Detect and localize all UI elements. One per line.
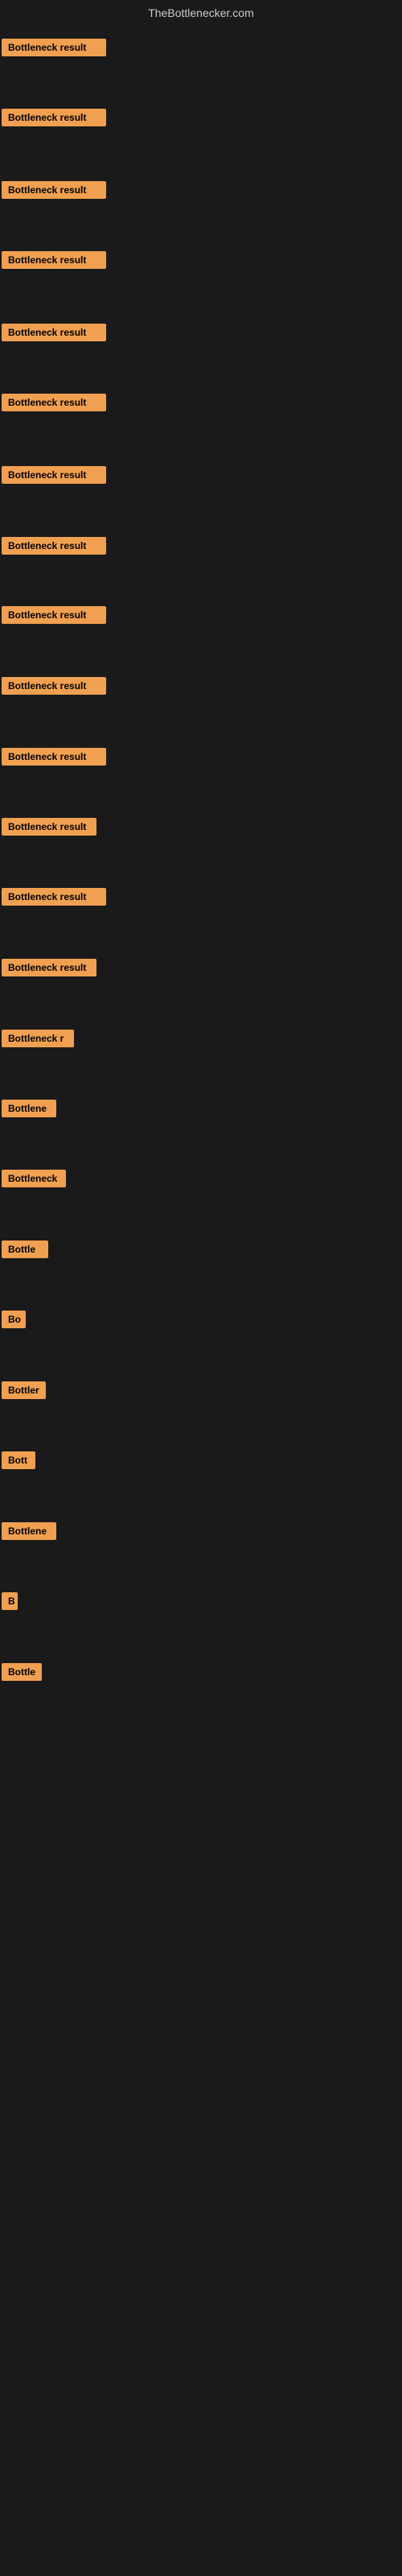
- bottleneck-row-23[interactable]: B: [2, 1592, 18, 1614]
- bottleneck-row-21[interactable]: Bott: [2, 1451, 35, 1473]
- bottleneck-badge-7[interactable]: Bottleneck result: [2, 466, 106, 484]
- bottleneck-badge-3[interactable]: Bottleneck result: [2, 181, 106, 199]
- bottleneck-badge-16[interactable]: Bottlene: [2, 1100, 56, 1117]
- bottleneck-row-4[interactable]: Bottleneck result: [2, 251, 106, 273]
- bottleneck-row-22[interactable]: Bottlene: [2, 1522, 56, 1544]
- bottleneck-badge-10[interactable]: Bottleneck result: [2, 677, 106, 695]
- bottleneck-badge-11[interactable]: Bottleneck result: [2, 748, 106, 766]
- bottleneck-row-3[interactable]: Bottleneck result: [2, 181, 106, 203]
- bottleneck-row-18[interactable]: Bottle: [2, 1241, 48, 1262]
- bottleneck-badge-8[interactable]: Bottleneck result: [2, 537, 106, 555]
- bottleneck-row-9[interactable]: Bottleneck result: [2, 606, 106, 628]
- bottleneck-badge-19[interactable]: Bo: [2, 1311, 26, 1328]
- bottleneck-badge-6[interactable]: Bottleneck result: [2, 394, 106, 411]
- bottleneck-row-14[interactable]: Bottleneck result: [2, 959, 96, 980]
- bottleneck-row-6[interactable]: Bottleneck result: [2, 394, 106, 415]
- bottleneck-badge-13[interactable]: Bottleneck result: [2, 888, 106, 906]
- bottleneck-row-11[interactable]: Bottleneck result: [2, 748, 106, 770]
- site-title-container: TheBottlenecker.com: [0, 0, 402, 29]
- bottleneck-badge-22[interactable]: Bottlene: [2, 1522, 56, 1540]
- bottleneck-row-2[interactable]: Bottleneck result: [2, 109, 106, 130]
- bottleneck-row-16[interactable]: Bottlene: [2, 1100, 56, 1121]
- bottleneck-row-12[interactable]: Bottleneck result: [2, 818, 96, 840]
- bottleneck-badge-2[interactable]: Bottleneck result: [2, 109, 106, 126]
- bottleneck-badge-9[interactable]: Bottleneck result: [2, 606, 106, 624]
- bottleneck-badge-15[interactable]: Bottleneck r: [2, 1030, 74, 1047]
- bottleneck-row-13[interactable]: Bottleneck result: [2, 888, 106, 910]
- bottleneck-row-24[interactable]: Bottle: [2, 1663, 42, 1685]
- bottleneck-badge-20[interactable]: Bottler: [2, 1381, 46, 1399]
- bottleneck-badge-1[interactable]: Bottleneck result: [2, 39, 106, 56]
- rows-container: Bottleneck result Bottleneck result Bottle…: [0, 29, 402, 2565]
- bottleneck-badge-4[interactable]: Bottleneck result: [2, 251, 106, 269]
- bottleneck-badge-17[interactable]: Bottleneck: [2, 1170, 66, 1187]
- bottleneck-badge-23[interactable]: B: [2, 1592, 18, 1610]
- site-title: TheBottlenecker.com: [0, 0, 402, 29]
- bottleneck-badge-18[interactable]: Bottle: [2, 1241, 48, 1258]
- bottleneck-row-5[interactable]: Bottleneck result: [2, 324, 106, 345]
- bottleneck-badge-12[interactable]: Bottleneck result: [2, 818, 96, 836]
- bottleneck-row-10[interactable]: Bottleneck result: [2, 677, 106, 699]
- bottleneck-badge-14[interactable]: Bottleneck result: [2, 959, 96, 976]
- bottleneck-row-8[interactable]: Bottleneck result: [2, 537, 106, 559]
- bottleneck-row-7[interactable]: Bottleneck result: [2, 466, 106, 488]
- bottleneck-badge-21[interactable]: Bott: [2, 1451, 35, 1469]
- bottleneck-badge-5[interactable]: Bottleneck result: [2, 324, 106, 341]
- bottleneck-row-15[interactable]: Bottleneck r: [2, 1030, 74, 1051]
- bottleneck-row-19[interactable]: Bo: [2, 1311, 26, 1332]
- bottleneck-row-17[interactable]: Bottleneck: [2, 1170, 66, 1191]
- bottleneck-badge-24[interactable]: Bottle: [2, 1663, 42, 1681]
- bottleneck-row-1[interactable]: Bottleneck result: [2, 39, 106, 60]
- bottleneck-row-20[interactable]: Bottler: [2, 1381, 46, 1403]
